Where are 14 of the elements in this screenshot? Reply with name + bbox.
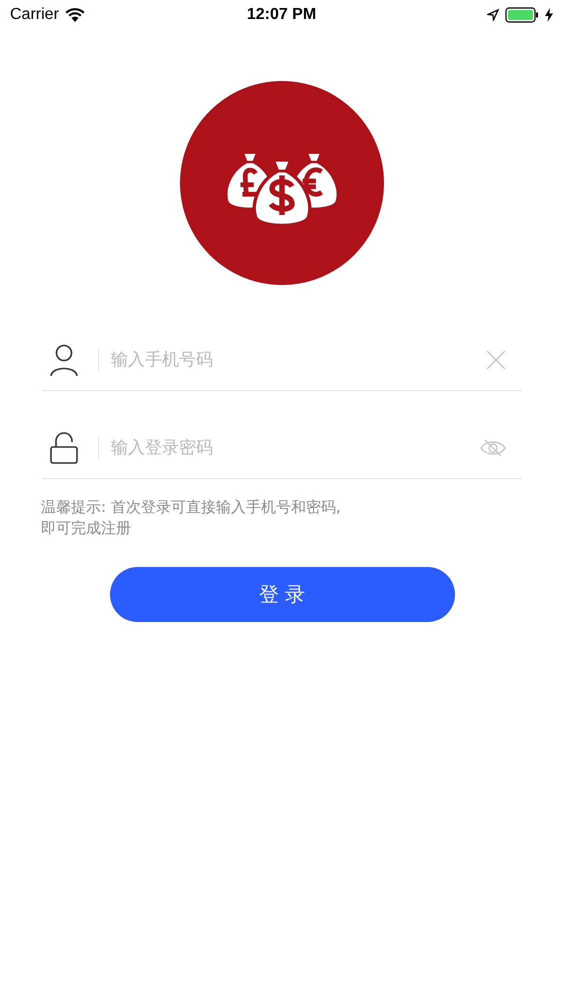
clock-time: 12:07 PM	[246, 6, 316, 24]
login-button[interactable]: 登 录	[110, 567, 454, 622]
location-arrow-icon	[487, 9, 499, 21]
user-icon	[50, 344, 78, 376]
registration-hint: 温馨提示: 首次登录可直接输入手机号和密码, 即可完成注册	[41, 497, 341, 539]
battery-icon	[505, 7, 539, 23]
phone-field[interactable]: 输入手机号码	[111, 345, 486, 375]
clear-icon[interactable]	[486, 350, 506, 370]
padlock-icon	[50, 432, 78, 464]
password-field[interactable]: 输入登录密码	[111, 433, 480, 463]
wifi-icon	[64, 8, 85, 22]
eye-hidden-icon[interactable]	[480, 439, 506, 457]
carrier-name: Carrier	[10, 6, 59, 24]
charging-bolt-icon	[545, 8, 553, 22]
